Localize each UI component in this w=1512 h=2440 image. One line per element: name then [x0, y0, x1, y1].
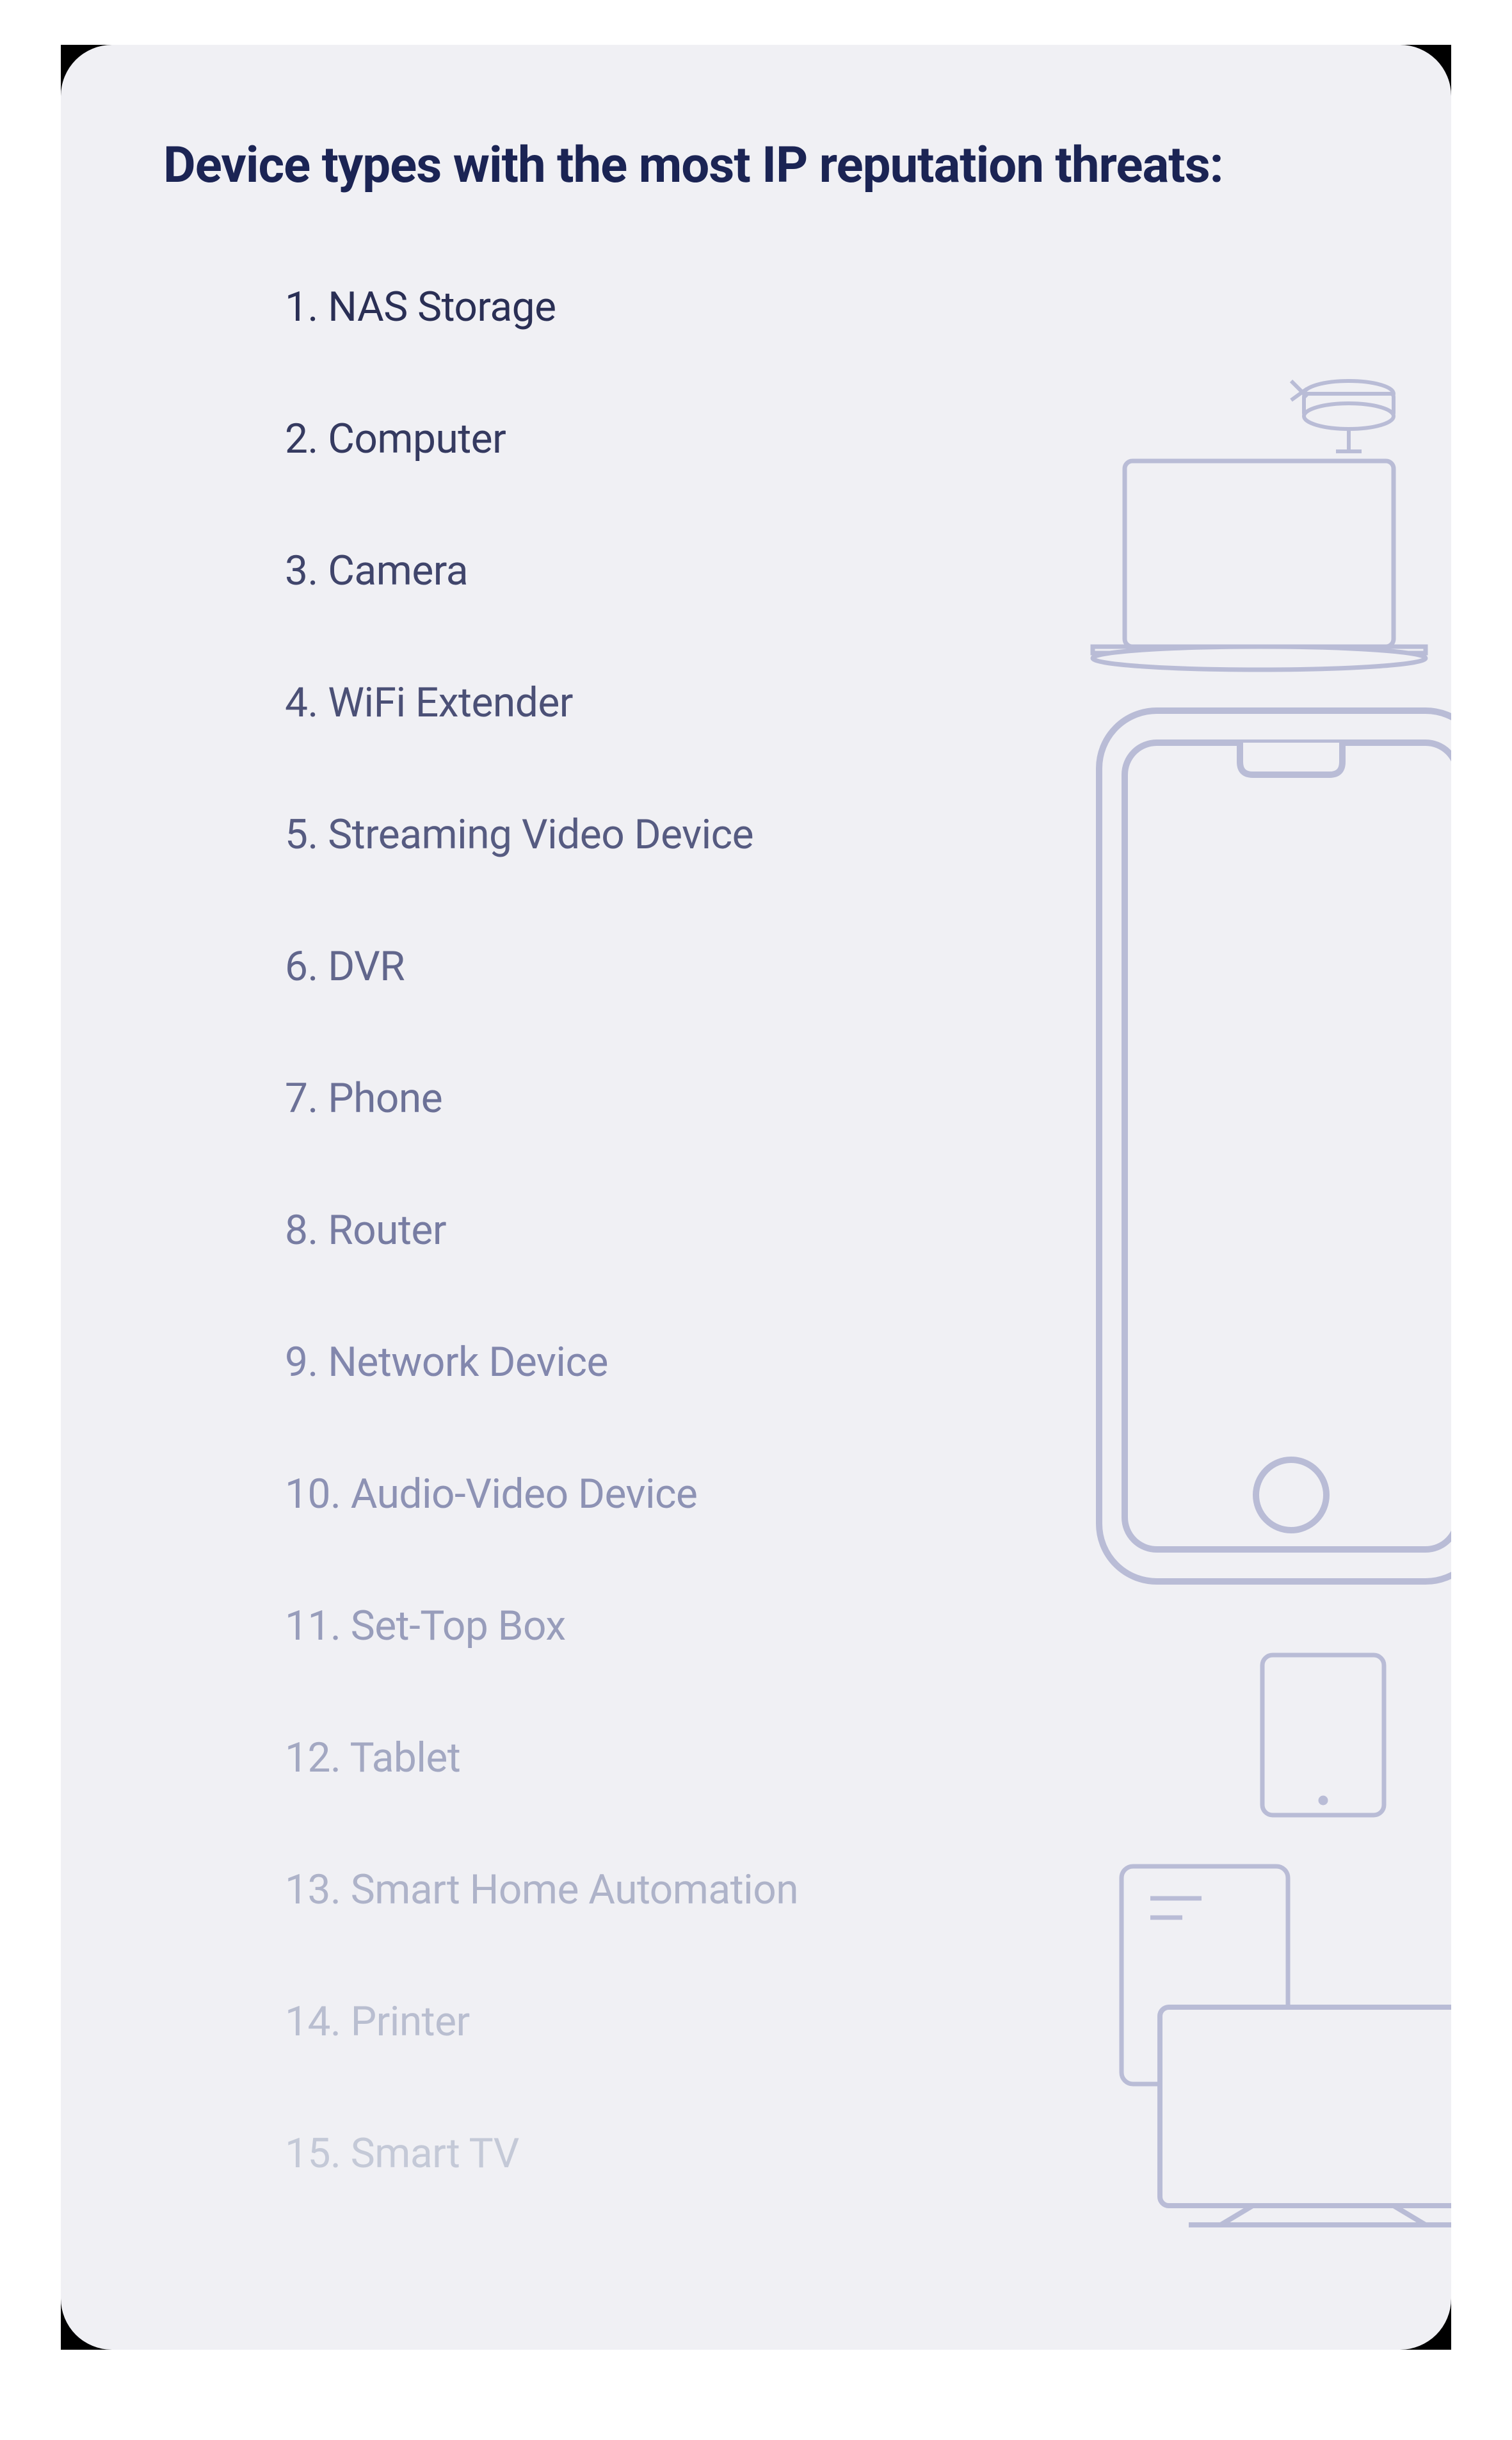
list-item: WiFi Extender: [285, 683, 1451, 723]
list-item: DVR: [285, 946, 1451, 987]
list-item: Smart Home Automation: [285, 1870, 1451, 1911]
list-item: Streaming Video Device: [285, 814, 1451, 855]
list-item: Computer: [285, 419, 1451, 460]
device-ranking-list: NAS Storage Computer Camera WiFi Extende…: [163, 287, 1451, 2174]
list-item: Smart TV: [285, 2133, 1451, 2174]
list-item: Camera: [285, 551, 1451, 592]
list-item: Phone: [285, 1078, 1451, 1119]
list-item: NAS Storage: [285, 287, 1451, 328]
list-item: Audio-Video Device: [285, 1474, 1451, 1515]
list-item: Printer: [285, 2001, 1451, 2042]
card-title: Device types with the most IP reputation…: [163, 134, 1315, 197]
info-card: Device types with the most IP reputation…: [61, 45, 1451, 2350]
list-item: Network Device: [285, 1342, 1451, 1383]
list-item: Tablet: [285, 1738, 1451, 1779]
list-item: Set-Top Box: [285, 1606, 1451, 1647]
list-item: Router: [285, 1210, 1451, 1251]
